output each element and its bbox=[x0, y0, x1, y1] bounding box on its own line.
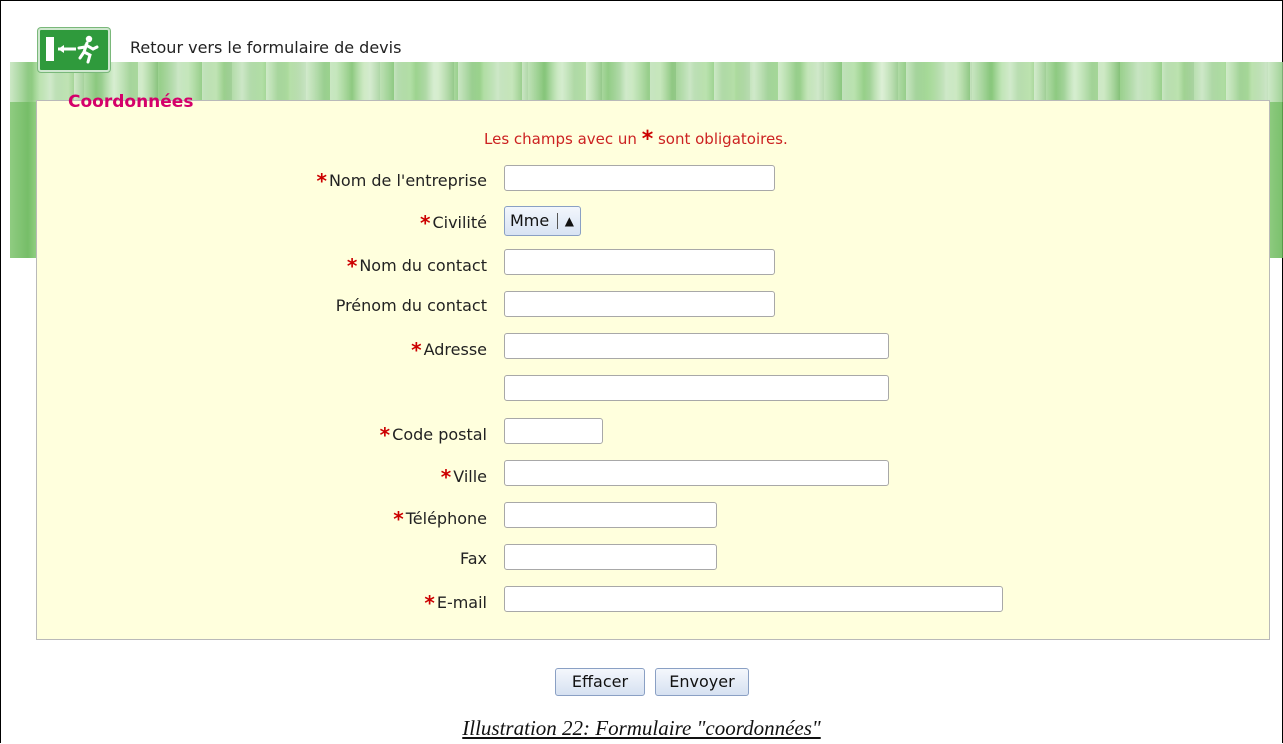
required-star: * bbox=[419, 211, 431, 235]
postal-code-input[interactable] bbox=[504, 418, 603, 444]
select-arrows-icon: ▲︎ bbox=[564, 214, 574, 228]
label-text: Fax bbox=[459, 549, 487, 568]
fax-input[interactable] bbox=[504, 544, 717, 570]
city-input[interactable] bbox=[504, 460, 889, 486]
required-notice: Les champs avec un * sont obligatoires. bbox=[484, 127, 788, 152]
label-address: * Adresse bbox=[411, 338, 487, 362]
label-text: Civilité bbox=[432, 213, 487, 232]
civility-selected-value: Mme bbox=[510, 211, 550, 230]
required-star: * bbox=[411, 338, 422, 362]
label-phone: * Téléphone bbox=[393, 507, 487, 531]
phone-input[interactable] bbox=[504, 502, 717, 528]
label-text: Prénom du contact bbox=[335, 296, 487, 315]
required-star: * bbox=[379, 423, 391, 447]
label-text: Nom de l'entreprise bbox=[328, 171, 487, 190]
civility-select[interactable]: Mme ▲︎ bbox=[504, 206, 581, 236]
label-email: * E-mail bbox=[424, 591, 487, 615]
label-postal-code: * Code postal bbox=[380, 423, 487, 447]
send-button[interactable]: Envoyer bbox=[655, 668, 749, 696]
notice-text-after: sont obligatoires. bbox=[657, 130, 788, 148]
label-text: Ville bbox=[453, 467, 487, 486]
notice-text-before: Les champs avec un bbox=[484, 130, 637, 148]
company-input[interactable] bbox=[504, 165, 775, 191]
label-contact-name: * Nom du contact bbox=[347, 254, 487, 278]
exit-door-icon[interactable] bbox=[38, 28, 110, 72]
label-contact-firstname: Prénom du contact bbox=[336, 296, 487, 315]
label-text: Code postal bbox=[392, 425, 487, 444]
label-text: Adresse bbox=[423, 340, 487, 359]
fieldset-legend: Coordonnées bbox=[68, 92, 194, 112]
back-to-quote-link[interactable]: Retour vers le formulaire de devis bbox=[130, 38, 401, 57]
label-fax: Fax bbox=[460, 549, 487, 568]
address-input-line1[interactable] bbox=[504, 333, 889, 359]
required-star: * bbox=[424, 591, 435, 615]
required-star: * bbox=[316, 169, 327, 193]
label-text: Nom du contact bbox=[359, 256, 487, 275]
select-separator bbox=[557, 213, 558, 229]
address-input-line2[interactable] bbox=[504, 375, 889, 401]
email-input[interactable] bbox=[504, 586, 1003, 612]
notice-star: * bbox=[641, 127, 654, 152]
label-company: * Nom de l'entreprise bbox=[316, 169, 487, 193]
contact-name-input[interactable] bbox=[504, 249, 775, 275]
label-city: * Ville bbox=[441, 465, 487, 489]
figure-caption: Illustration 22: Formulaire "coordonnées… bbox=[462, 716, 821, 740]
contact-firstname-input[interactable] bbox=[504, 291, 775, 317]
required-star: * bbox=[440, 465, 452, 489]
clear-button[interactable]: Effacer bbox=[555, 668, 645, 696]
required-star: * bbox=[393, 507, 404, 531]
label-text: Téléphone bbox=[405, 509, 487, 528]
label-text: E-mail bbox=[436, 593, 487, 612]
required-star: * bbox=[346, 254, 358, 278]
label-civility: * Civilité bbox=[420, 211, 487, 235]
